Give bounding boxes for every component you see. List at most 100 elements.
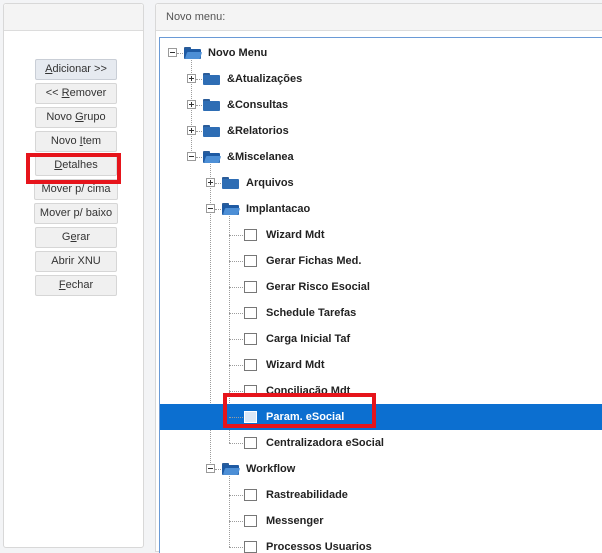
folder-open-icon bbox=[222, 203, 241, 215]
button-label: Mover p/ cima bbox=[41, 183, 111, 195]
expand-icon[interactable] bbox=[206, 178, 215, 187]
actions-panel-header bbox=[4, 4, 143, 31]
mover-cima-button[interactable]: Mover p/ cima bbox=[34, 179, 118, 200]
tree-node-label: Arquivos bbox=[246, 177, 294, 189]
tree-connector bbox=[215, 469, 221, 470]
tree-node-label: Wizard Mdt bbox=[266, 359, 325, 371]
tree-connector bbox=[229, 287, 243, 288]
tree-connector bbox=[229, 495, 243, 496]
button-label: emover bbox=[69, 87, 107, 99]
button-accelerator: F bbox=[58, 279, 66, 291]
tree-connector bbox=[229, 443, 243, 444]
document-icon bbox=[244, 437, 257, 449]
tree-node[interactable]: Novo Menu bbox=[160, 40, 602, 66]
tree-node[interactable]: Processos Usuarios bbox=[160, 534, 602, 553]
tree-connector bbox=[229, 521, 243, 522]
tree-node[interactable]: Param. eSocial bbox=[160, 404, 602, 430]
tree-node-label: Param. eSocial bbox=[266, 411, 345, 423]
tree-node[interactable]: Conciliação Mdt bbox=[160, 378, 602, 404]
tree-node[interactable]: &Relatorios bbox=[160, 118, 602, 144]
tree-connector bbox=[229, 547, 243, 548]
document-icon bbox=[244, 255, 257, 267]
tree-connector bbox=[196, 105, 202, 106]
folder-open-icon bbox=[184, 47, 203, 59]
tree-node-label: Centralizadora eSocial bbox=[266, 437, 384, 449]
abrir-xnu-button[interactable]: Abrir XNU bbox=[35, 251, 117, 272]
gerar-button[interactable]: Gerar bbox=[35, 227, 117, 248]
tree-connector bbox=[229, 235, 243, 236]
tree-connector bbox=[196, 79, 202, 80]
tree-node[interactable]: Schedule Tarefas bbox=[160, 300, 602, 326]
document-icon bbox=[244, 333, 257, 345]
tree-node-label: Gerar Fichas Med. bbox=[266, 255, 362, 267]
tree-node-label: Messenger bbox=[266, 515, 324, 527]
expand-icon[interactable] bbox=[187, 126, 196, 135]
tree-connector bbox=[229, 313, 243, 314]
tree-node[interactable]: Arquivos bbox=[160, 170, 602, 196]
collapse-icon[interactable] bbox=[206, 204, 215, 213]
tree-connector bbox=[196, 131, 202, 132]
tree-node[interactable]: Centralizadora eSocial bbox=[160, 430, 602, 456]
tree-node[interactable]: &Consultas bbox=[160, 92, 602, 118]
expand-icon[interactable] bbox=[187, 74, 196, 83]
tree-node[interactable]: Workflow bbox=[160, 456, 602, 482]
document-icon bbox=[244, 281, 257, 293]
adicionar-button[interactable]: Adicionar >> bbox=[35, 59, 117, 80]
tree-node-label: Implantacao bbox=[246, 203, 311, 215]
tree-node-label: Wizard Mdt bbox=[266, 229, 325, 241]
tree-node[interactable]: Carga Inicial Taf bbox=[160, 326, 602, 352]
tree-node[interactable]: Wizard Mdt bbox=[160, 222, 602, 248]
folder-icon bbox=[203, 99, 220, 111]
tree-node-label: &Relatorios bbox=[227, 125, 289, 137]
tree-node-label: Schedule Tarefas bbox=[266, 307, 357, 319]
tree-node[interactable]: Messenger bbox=[160, 508, 602, 534]
tree-node-label: &Atualizações bbox=[227, 73, 303, 85]
tree-node[interactable]: Gerar Fichas Med. bbox=[160, 248, 602, 274]
mover-baixo-button[interactable]: Mover p/ baixo bbox=[34, 203, 118, 224]
tree-connector bbox=[196, 157, 202, 158]
remover-button[interactable]: << Remover bbox=[35, 83, 117, 104]
tree-node[interactable]: &Miscelanea bbox=[160, 144, 602, 170]
tree-connector bbox=[229, 261, 243, 262]
document-icon bbox=[244, 541, 257, 553]
tree-node[interactable]: &Atualizações bbox=[160, 66, 602, 92]
tree-node-label: &Consultas bbox=[227, 99, 289, 111]
tree-node-label: Carga Inicial Taf bbox=[266, 333, 351, 345]
tree-connector bbox=[215, 209, 221, 210]
tree-node-label: Conciliação Mdt bbox=[266, 385, 351, 397]
collapse-icon[interactable] bbox=[168, 48, 177, 57]
expand-icon[interactable] bbox=[187, 100, 196, 109]
tree-node[interactable]: Rastreabilidade bbox=[160, 482, 602, 508]
menu-panel-header: Novo menu: bbox=[156, 4, 602, 31]
tree-node-label: Processos Usuarios bbox=[266, 541, 372, 553]
menu-tree[interactable]: Novo Menu &Atualizações &Consultas &Relator… bbox=[159, 37, 602, 553]
tree-connector bbox=[229, 417, 243, 418]
tree-node-label: Novo Menu bbox=[208, 47, 268, 59]
tree-node[interactable]: Implantacao bbox=[160, 196, 602, 222]
tree-node[interactable]: Wizard Mdt bbox=[160, 352, 602, 378]
button-label: rupo bbox=[83, 111, 106, 123]
fechar-button[interactable]: Fechar bbox=[35, 275, 117, 296]
document-icon bbox=[244, 411, 257, 423]
tree-node-label: &Miscelanea bbox=[227, 151, 294, 163]
novo-grupo-button[interactable]: Novo Grupo bbox=[35, 107, 117, 128]
tree-node[interactable]: Gerar Risco Esocial bbox=[160, 274, 602, 300]
novo-item-button[interactable]: Novo Item bbox=[35, 131, 117, 152]
document-icon bbox=[244, 489, 257, 501]
action-buttons: Adicionar >> << Remover Novo Grupo Novo Ite… bbox=[33, 59, 118, 299]
button-label: dicionar >> bbox=[52, 63, 107, 75]
tree-connector bbox=[215, 183, 221, 184]
tree-connector bbox=[229, 391, 243, 392]
collapse-icon[interactable] bbox=[206, 464, 215, 473]
detalhes-button[interactable]: Detalhes bbox=[35, 155, 117, 176]
document-icon bbox=[244, 385, 257, 397]
button-label: etalhes bbox=[62, 159, 98, 171]
button-label: Novo bbox=[46, 111, 76, 123]
folder-open-icon bbox=[222, 463, 241, 475]
document-icon bbox=[244, 229, 257, 241]
button-label: Abrir XNU bbox=[51, 255, 101, 267]
folder-open-icon bbox=[203, 151, 222, 163]
folder-icon bbox=[203, 73, 220, 85]
folder-icon bbox=[203, 125, 220, 137]
collapse-icon[interactable] bbox=[187, 152, 196, 161]
